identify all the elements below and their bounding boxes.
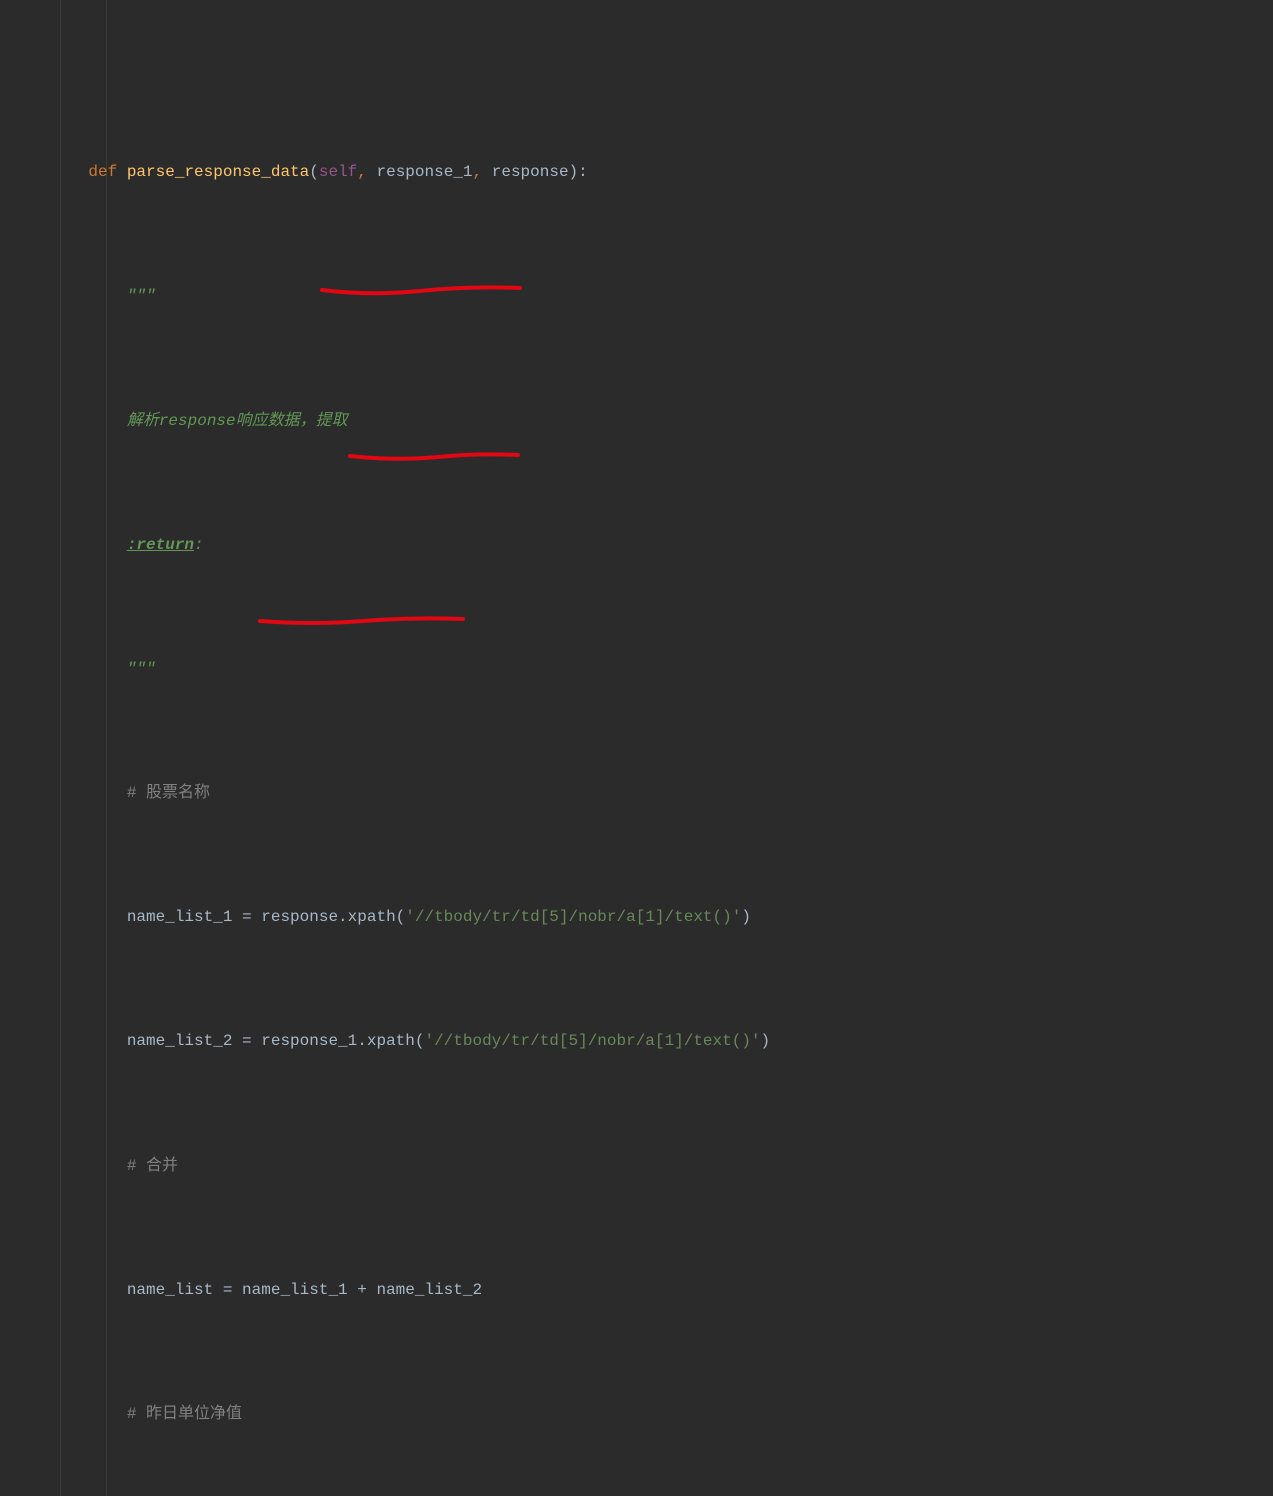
code-line[interactable]: """ — [0, 280, 1273, 313]
string-literal: '//tbody/tr/td[5]/nobr/a[1]/text()' — [405, 908, 741, 926]
docstring-close: """ — [127, 660, 156, 678]
comment: # 合并 — [127, 1157, 178, 1175]
method-call: response.xpath( — [252, 908, 406, 926]
code-line[interactable]: name_list_2 = response_1.xpath('//tbody/… — [0, 1025, 1273, 1058]
paren-close: ) — [741, 908, 751, 926]
code-line[interactable]: # 股票名称 — [0, 777, 1273, 810]
variable: name_list — [127, 1281, 223, 1299]
paren-close-colon: ): — [569, 163, 588, 181]
comma: , — [473, 163, 483, 181]
param: response — [492, 163, 569, 181]
docstring-return-tag: :return — [127, 536, 194, 554]
self-param: self — [319, 163, 357, 181]
docstring-colon: : — [194, 536, 204, 554]
indent-guide — [60, 0, 61, 1496]
code-line[interactable]: # 昨日单位净值 — [0, 1398, 1273, 1431]
indent-guide — [106, 0, 107, 1496]
code-line[interactable]: # 合并 — [0, 1149, 1273, 1182]
code-line[interactable]: :return: — [0, 528, 1273, 561]
comma: , — [357, 163, 367, 181]
string-literal: '//tbody/tr/td[5]/nobr/a[1]/text()' — [424, 1032, 760, 1050]
keyword-def: def — [88, 163, 117, 181]
code-line[interactable]: 解析response响应数据，提取 — [0, 404, 1273, 437]
equals: = — [242, 908, 252, 926]
method-call: response_1.xpath( — [252, 1032, 425, 1050]
code-line[interactable]: name_list = name_list_1 + name_list_2 — [0, 1274, 1273, 1307]
comment: # 昨日单位净值 — [127, 1405, 242, 1423]
code-line[interactable]: def parse_response_data(self, response_1… — [0, 156, 1273, 189]
equals: = — [223, 1281, 233, 1299]
paren-close: ) — [761, 1032, 771, 1050]
param: response_1 — [377, 163, 473, 181]
code-editor[interactable]: def parse_response_data(self, response_1… — [0, 0, 1273, 1496]
comment: # 股票名称 — [127, 784, 210, 802]
docstring-text: 解析response响应数据，提取 — [127, 412, 348, 430]
paren-open: ( — [309, 163, 319, 181]
variable: name_list_2 — [127, 1032, 242, 1050]
equals: = — [242, 1032, 252, 1050]
code-line[interactable]: """ — [0, 653, 1273, 686]
function-name: parse_response_data — [127, 163, 309, 181]
docstring-open: """ — [127, 287, 156, 305]
code-line[interactable]: name_list_1 = response.xpath('//tbody/tr… — [0, 901, 1273, 934]
expression: name_list_1 + name_list_2 — [232, 1281, 482, 1299]
variable: name_list_1 — [127, 908, 242, 926]
